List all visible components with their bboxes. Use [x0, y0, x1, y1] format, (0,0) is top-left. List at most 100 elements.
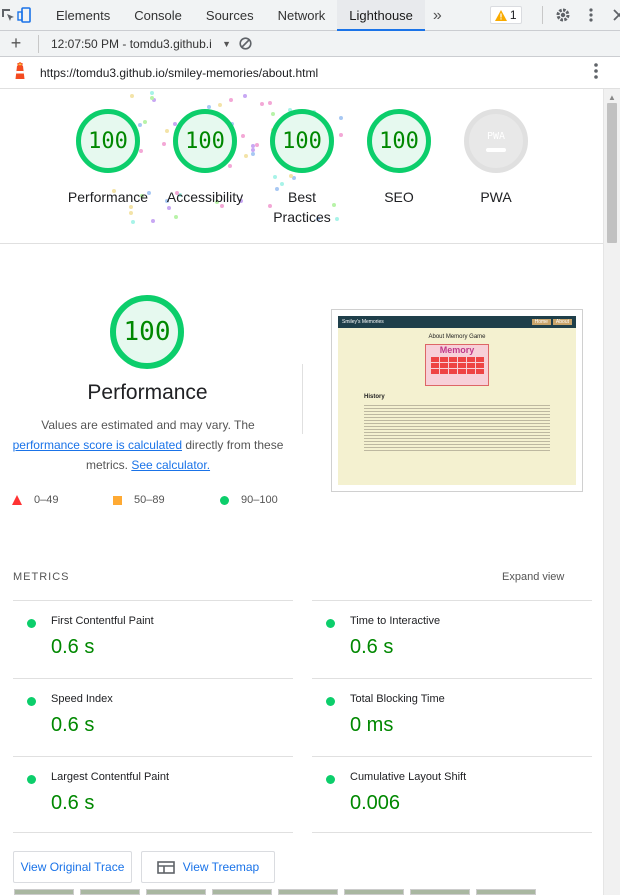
new-report-button[interactable]: + [0, 33, 32, 54]
screenshot-navbar: Smiley's Memories Home About [338, 316, 576, 328]
metric-first-contentful-paint: First Contentful Paint 0.6 s [13, 600, 293, 678]
metric-speed-index: Speed Index 0.6 s [13, 678, 293, 756]
performance-description: Values are estimated and may vary. The p… [10, 415, 286, 475]
treemap-icon [156, 860, 175, 874]
desc-text: Values are estimated and may vary. The [41, 418, 255, 432]
metric-name: Cumulative Layout Shift [350, 771, 467, 783]
screenshot-image: Smiley's Memories Home About About Memor… [338, 316, 576, 485]
gauge-pwa[interactable]: PWA PWA [446, 109, 546, 207]
expand-view-toggle[interactable]: Expand view [502, 571, 564, 583]
performance-title: Performance [87, 381, 208, 404]
scroll-up-arrow-icon[interactable]: ▲ [608, 93, 616, 102]
warnings-badge[interactable]: 1 [489, 6, 522, 24]
pass-circle-icon [27, 775, 36, 784]
confetti-dot [243, 94, 248, 99]
more-vert-icon[interactable] [577, 0, 605, 31]
confetti-dot [174, 215, 178, 220]
gauge-accessibility[interactable]: 100 Accessibility [155, 109, 255, 207]
confetti-dot [267, 100, 272, 105]
toolbar-divider [541, 6, 543, 24]
warning-icon [494, 9, 507, 21]
pass-circle-icon [27, 619, 36, 628]
screenshot-nav-button: About [552, 319, 572, 325]
legend-range: 0–49 [34, 494, 59, 506]
confetti-dot [129, 211, 134, 216]
performance-score-gauge: 100 [110, 295, 184, 369]
confetti-dot [259, 102, 264, 107]
tab-network[interactable]: Network [266, 0, 338, 31]
filmstrip [0, 889, 603, 895]
lighthouse-toolbar: + 12:07:50 PM - tomdu3.github.i ▼ [0, 31, 620, 57]
gauge-best-practices[interactable]: 100 Best Practices [252, 109, 352, 227]
legend-range: 90–100 [241, 494, 278, 506]
confetti-dot [150, 219, 155, 224]
lighthouse-icon [12, 62, 28, 83]
view-treemap-button[interactable]: View Treemap [141, 851, 275, 883]
metric-value: 0 ms [350, 714, 394, 736]
devtools-tabbar: Elements Console Sources Network Lightho… [0, 0, 620, 31]
metric-name: Total Blocking Time [350, 693, 445, 705]
screenshot-site-title: Smiley's Memories [342, 319, 384, 325]
filmstrip-frame [278, 889, 338, 895]
gauge-label: Accessibility [166, 189, 244, 205]
legend-range: 50–89 [134, 494, 165, 506]
metric-time-to-interactive: Time to Interactive 0.6 s [312, 600, 592, 678]
metric-cumulative-layout-shift: Cumulative Layout Shift 0.006 [312, 756, 592, 834]
pass-circle-icon [326, 775, 335, 784]
view-treemap-label: View Treemap [182, 860, 260, 874]
more-tabs-button[interactable]: » [425, 0, 450, 31]
gauge-label: Performance [67, 189, 149, 205]
more-vert-icon[interactable] [594, 63, 598, 85]
gauge-label: PWA [480, 189, 512, 205]
screenshot-logo: Memory [439, 345, 475, 355]
pass-circle-icon [27, 697, 36, 706]
metric-name: Speed Index [51, 693, 113, 705]
filmstrip-frame [146, 889, 206, 895]
report-url-bar: https://tomdu3.github.io/smiley-memories… [0, 57, 620, 89]
device-toolbar-icon[interactable] [16, 0, 32, 31]
metric-value: 0.6 s [51, 792, 95, 814]
confetti-dot [228, 97, 233, 102]
score-gauges: 100 Performance 100 Accessibility 100 Be… [0, 89, 603, 244]
filmstrip-frame [344, 889, 404, 895]
screenshot-text-block [364, 403, 550, 453]
see-calculator-link[interactable]: See calculator. [131, 458, 210, 472]
legend-pass: 90–100 [220, 494, 278, 506]
metric-value: 0.6 s [51, 714, 95, 736]
screenshot-game-image: Memory [425, 344, 489, 386]
tab-elements[interactable]: Elements [44, 0, 122, 31]
metric-value: 0.6 s [51, 636, 95, 658]
screenshot-history-title: History [364, 394, 385, 400]
metric-name: Largest Contentful Paint [51, 771, 170, 783]
tab-console[interactable]: Console [122, 0, 194, 31]
block-icon[interactable] [231, 28, 259, 59]
gauge-score: 100 [367, 109, 431, 173]
metric-largest-contentful-paint: Largest Contentful Paint 0.6 s [13, 756, 293, 834]
settings-icon[interactable] [549, 0, 577, 31]
pass-circle-icon [326, 697, 335, 706]
gauge-performance[interactable]: 100 Performance [58, 109, 158, 207]
metric-name: First Contentful Paint [51, 615, 154, 627]
gauge-seo[interactable]: 100 SEO [349, 109, 449, 207]
confetti-dot [218, 102, 223, 107]
close-icon[interactable] [605, 0, 620, 31]
scrollbar-thumb[interactable] [607, 103, 617, 243]
screenshot-card-grid [426, 357, 488, 374]
tab-lighthouse[interactable]: Lighthouse [337, 0, 425, 31]
metrics-divider [312, 832, 592, 833]
report-select[interactable]: 12:07:50 PM - tomdu3.github.i ▼ [51, 37, 231, 51]
gauge-score: 100 [270, 109, 334, 173]
view-original-trace-button[interactable]: View Original Trace [13, 851, 132, 883]
screenshot-nav-button: Home [531, 319, 551, 325]
performance-score-link[interactable]: performance score is calculated [13, 438, 182, 452]
vertical-scrollbar[interactable]: ▲ [603, 89, 620, 895]
metric-total-blocking-time: Total Blocking Time 0 ms [312, 678, 592, 756]
inspect-icon[interactable] [0, 0, 16, 31]
filmstrip-frame [80, 889, 140, 895]
filmstrip-frame [14, 889, 74, 895]
tab-sources[interactable]: Sources [194, 0, 266, 31]
fail-triangle-icon [12, 495, 22, 505]
filmstrip-frame [212, 889, 272, 895]
final-screenshot[interactable]: Smiley's Memories Home About About Memor… [331, 309, 583, 492]
gauge-label: SEO [384, 189, 414, 205]
